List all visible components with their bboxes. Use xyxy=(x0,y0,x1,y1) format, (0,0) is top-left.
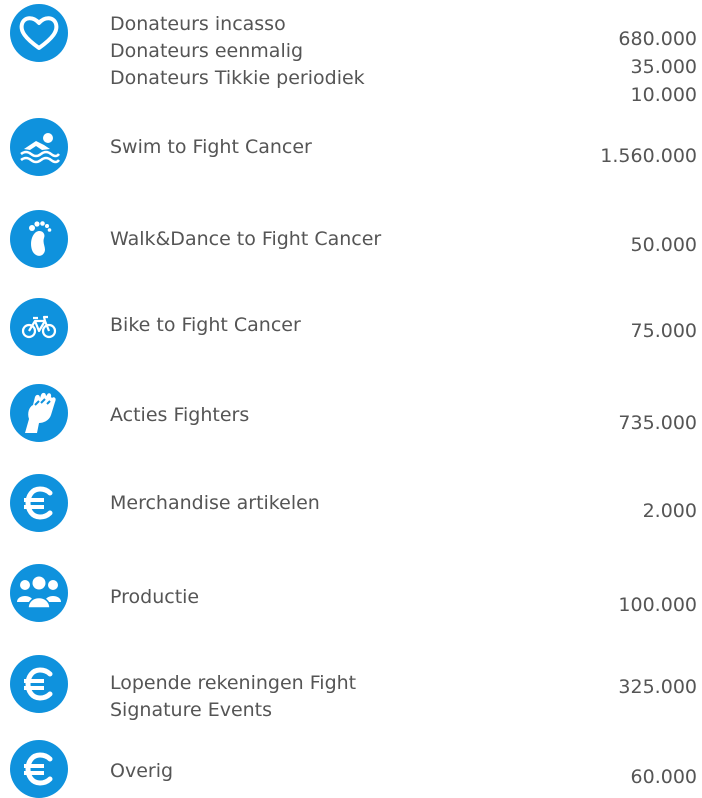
list-item-amount: 2.000 xyxy=(643,498,697,525)
amount-value: 325.000 xyxy=(618,676,697,698)
list-item-amount: 735.000 xyxy=(618,410,697,437)
euro-icon xyxy=(10,740,68,798)
list-item-amount: 50.000 xyxy=(631,232,697,259)
list-item-label: Lopende rekeningen Fight Signature Event… xyxy=(110,670,356,724)
label-line: Signature Events xyxy=(110,699,273,721)
bicycle-icon xyxy=(10,298,68,356)
list-item-amount: 100.000 xyxy=(618,592,697,619)
label-line: Donateurs eenmalig xyxy=(110,40,304,62)
euro-icon xyxy=(10,474,68,532)
list-item-label: Walk&Dance to Fight Cancer xyxy=(110,226,381,253)
amount-value: 35.000 xyxy=(630,56,697,78)
label-line: Acties Fighters xyxy=(110,404,250,426)
amount-value: 10.000 xyxy=(630,84,697,106)
list-item-label: Productie xyxy=(110,584,199,611)
label-line: Merchandise artikelen xyxy=(110,492,320,514)
amount-value: 100.000 xyxy=(618,594,697,616)
list-item-label: Acties Fighters xyxy=(110,402,249,429)
list-item-amount: 60.000 xyxy=(631,764,697,791)
amount-value: 1.560.000 xyxy=(600,145,697,167)
label-line: Productie xyxy=(110,586,200,608)
list-item-amount: 75.000 xyxy=(631,318,697,345)
label-line: Walk&Dance to Fight Cancer xyxy=(110,228,382,250)
amount-value: 75.000 xyxy=(630,320,697,342)
group-icon xyxy=(10,564,68,622)
list-item-amount: 680.000 35.000 10.000 xyxy=(618,25,697,109)
list-item-label: Overig xyxy=(110,758,173,785)
list-item-label: Merchandise artikelen xyxy=(110,490,320,517)
swimmer-icon xyxy=(10,118,68,176)
label-line: Bike to Fight Cancer xyxy=(110,314,301,336)
amount-value: 735.000 xyxy=(618,412,697,434)
label-line: Donateurs Tikkie periodiek xyxy=(110,67,365,89)
amount-value: 60.000 xyxy=(630,766,697,788)
raised-fist-icon xyxy=(10,384,68,442)
heart-icon xyxy=(10,4,68,62)
list-item-label: Donateurs incasso Donateurs eenmalig Don… xyxy=(110,11,365,92)
amount-value: 680.000 xyxy=(618,28,697,50)
label-line: Lopende rekeningen Fight xyxy=(110,672,357,694)
list-item-label: Swim to Fight Cancer xyxy=(110,134,312,161)
euro-icon xyxy=(10,655,68,713)
list-item-amount: 325.000 xyxy=(618,674,697,701)
amount-value: 2.000 xyxy=(642,500,697,522)
footprint-icon xyxy=(10,210,68,268)
label-line: Donateurs incasso xyxy=(110,13,286,35)
amount-value: 50.000 xyxy=(630,234,697,256)
list-item-label: Bike to Fight Cancer xyxy=(110,312,301,339)
label-line: Swim to Fight Cancer xyxy=(110,136,312,158)
label-line: Overig xyxy=(110,760,174,782)
list-item-amount: 1.560.000 xyxy=(600,143,697,170)
